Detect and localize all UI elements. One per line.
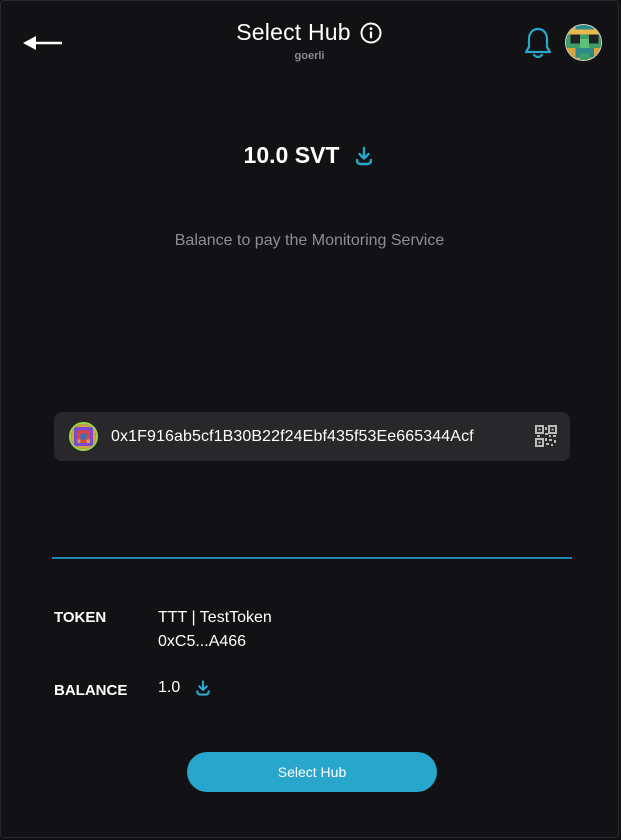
info-circle-icon[interactable]: [359, 21, 383, 45]
download-icon[interactable]: [353, 145, 375, 167]
token-balance: 1.0: [158, 679, 212, 697]
token-info: TTT | TestToken 0xC5...A466: [158, 606, 272, 654]
app-frame: Select Hub goerli 10.0 SVT Balance to pa…: [0, 0, 619, 838]
qr-code-button[interactable]: [535, 425, 557, 447]
balance-amount: 10.0 SVT: [243, 142, 340, 168]
bell-icon: [524, 27, 552, 59]
token-balance-value: 1.0: [158, 679, 181, 696]
token-download-icon[interactable]: [194, 679, 212, 697]
wallet-address: 0x1F916ab5cf1B30B22f24Ebf435f53Ee665344A…: [111, 427, 474, 445]
balance-caption: Balance to pay the Monitoring Service: [174, 232, 445, 249]
balance-label: BALANCE: [54, 682, 128, 699]
identicon-address-icon: [71, 424, 96, 449]
token-name: TTT | TestToken: [158, 609, 272, 626]
address-field[interactable]: 0x1F916ab5cf1B30B22f24Ebf435f53Ee665344A…: [54, 412, 570, 461]
token-address: 0xC5...A466: [158, 633, 247, 650]
notifications-button[interactable]: [522, 25, 554, 61]
address-avatar: [69, 422, 98, 451]
account-avatar[interactable]: [565, 24, 602, 61]
token-label: TOKEN: [54, 609, 107, 626]
hub-balance: 10.0 SVT: [1, 142, 618, 169]
page-title: Select Hub: [236, 19, 351, 45]
select-hub-button[interactable]: Select Hub: [187, 752, 437, 792]
section-divider: [52, 557, 572, 559]
qr-code-icon: [535, 425, 557, 447]
